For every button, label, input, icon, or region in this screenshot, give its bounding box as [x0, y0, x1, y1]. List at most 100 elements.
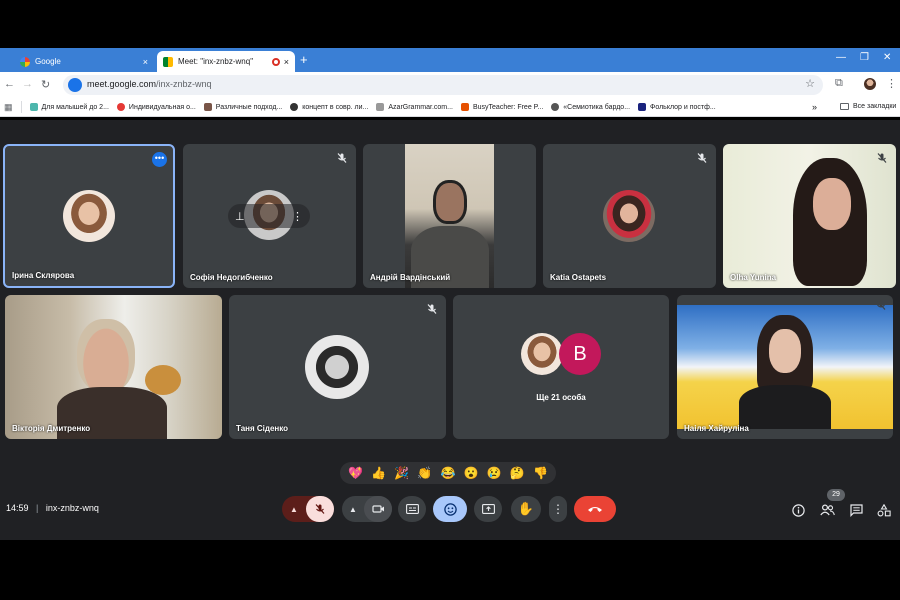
participant-tile[interactable]: Вікторія Дмитренко [5, 295, 222, 439]
reaction-thumbs-up[interactable]: 👍 [371, 466, 386, 480]
bookmark-icon [638, 103, 647, 111]
participant-video [5, 295, 222, 439]
more-options-button[interactable]: ⋮ [549, 496, 567, 522]
participant-tile[interactable]: ⊥ ⋮ Софія Недогибченко [183, 144, 356, 288]
meeting-details-button[interactable] [788, 500, 808, 520]
captions-button[interactable] [398, 496, 426, 522]
close-tab-icon[interactable]: × [284, 57, 289, 67]
reaction-party[interactable]: 🎉 [394, 466, 409, 480]
body-figure [739, 385, 831, 429]
minimize-icon[interactable]: — [836, 52, 846, 63]
bookmark-item[interactable]: BusyTeacher: Free P... [460, 103, 543, 111]
apps-icon[interactable]: ▦ [4, 102, 13, 113]
plant-figure [145, 365, 181, 395]
hand-icon: ✋ [517, 501, 535, 516]
url-host: meet.google.com [87, 79, 157, 89]
meet-icon [163, 56, 173, 67]
close-window-icon[interactable]: ✕ [883, 52, 891, 63]
tab-meet[interactable]: Meet: "inx-znbz-wnq" × [157, 51, 295, 72]
people-button[interactable] [817, 500, 837, 520]
separator: | [36, 503, 39, 513]
face-figure [813, 178, 851, 230]
maximize-icon[interactable]: ❐ [860, 52, 869, 63]
menu-icon[interactable]: ⋮ [886, 77, 897, 90]
mic-off-button[interactable] [306, 496, 334, 522]
bookmark-icon [551, 103, 560, 111]
overflow-avatar: B [559, 333, 601, 375]
participant-tile[interactable]: Наіля Хайруліна [677, 295, 893, 439]
bookmark-icon [290, 103, 299, 111]
bookmark-label: Индивидуальная о... [128, 103, 196, 111]
tab-label: Meet: "inx-znbz-wnq" [178, 57, 254, 66]
leave-call-button[interactable] [574, 496, 616, 522]
bookmark-item[interactable]: Различные подход... [203, 103, 282, 111]
reaction-sad[interactable]: 😢 [487, 466, 502, 480]
participant-name: Katia Ostapets [550, 273, 607, 282]
profile-avatar[interactable] [864, 78, 876, 90]
raise-hand-button[interactable]: ✋ [511, 496, 541, 522]
bookmark-item[interactable]: Для малышей до 2... [29, 103, 109, 111]
participant-tile[interactable]: Olha Yunina [723, 144, 896, 288]
reaction-thinking[interactable]: 🤔 [510, 466, 525, 480]
browser-window: Google × Meet: "inx-znbz-wnq" × + — ❐ ✕ … [0, 48, 900, 120]
bookmark-icon [29, 103, 38, 111]
mic-off-icon [697, 153, 707, 163]
participant-avatar [521, 333, 563, 375]
participant-tile[interactable]: Андрій Вардінський [363, 144, 536, 288]
extensions-icon[interactable]: ⧉ [835, 77, 843, 90]
activities-button[interactable] [874, 500, 894, 520]
mic-off-icon [876, 300, 886, 310]
back-icon[interactable]: ← [4, 78, 15, 90]
meeting-code: inx-znbz-wnq [45, 503, 99, 513]
tab-label: Google [35, 57, 61, 66]
reaction-thumbs-down[interactable]: 👎 [533, 466, 548, 480]
bookmark-star-icon[interactable]: ☆ [805, 77, 815, 90]
face-figure [769, 329, 801, 373]
all-bookmarks-button[interactable]: Все закладки [840, 103, 896, 110]
tab-google[interactable]: Google × [14, 51, 154, 72]
forward-icon[interactable]: → [22, 78, 33, 90]
participant-tile[interactable]: ••• Ірина Склярова [3, 144, 175, 288]
reaction-heart[interactable]: 💖 [348, 466, 363, 480]
reload-icon[interactable]: ↻ [41, 78, 50, 91]
camera-button[interactable] [364, 496, 392, 522]
bookmark-item[interactable]: «Семиотика бардо... [551, 103, 630, 111]
meeting-time: 14:59 [6, 503, 29, 513]
emoji-button[interactable] [433, 496, 467, 522]
chat-button[interactable] [846, 500, 866, 520]
participant-name: Вікторія Дмитренко [12, 424, 91, 433]
bookmark-icon [460, 103, 469, 111]
more-bookmarks-button[interactable]: » [812, 102, 817, 112]
bookmark-icon [376, 103, 385, 111]
address-bar[interactable]: meet.google.com/inx-znbz-wnq ☆ [63, 75, 823, 95]
new-tab-button[interactable]: + [300, 52, 308, 67]
present-screen-button[interactable] [474, 496, 502, 522]
activities-icon [877, 503, 891, 516]
reaction-surprised[interactable]: 😮 [464, 466, 479, 480]
reaction-laugh[interactable]: 😂 [441, 466, 456, 480]
bookmark-item[interactable]: концепт в совр. ли... [290, 103, 368, 111]
close-tab-icon[interactable]: × [143, 57, 148, 67]
bookmark-item[interactable]: Фольклор и постф... [638, 103, 716, 111]
participant-tile[interactable]: Таня Сіденко [229, 295, 446, 439]
reactions-bar: 💖 👍 🎉 👏 😂 😮 😢 🤔 👎 [340, 462, 556, 484]
bookmark-label: «Семиотика бардо... [563, 103, 631, 111]
overflow-label: Ще 21 особа [536, 393, 586, 402]
participant-tile[interactable]: Katia Ostapets [543, 144, 716, 288]
chevron-up-icon[interactable]: ▲ [282, 505, 306, 514]
reaction-clap[interactable]: 👏 [417, 466, 432, 480]
site-info-icon[interactable] [68, 78, 82, 92]
participant-name: Ірина Склярова [12, 271, 75, 280]
bookmark-item[interactable]: AzarGrammar.com... [376, 103, 453, 111]
pin-icon[interactable]: ⊥ [235, 210, 245, 223]
people-icon [819, 504, 835, 516]
more-vert-icon[interactable]: ⋮ [292, 210, 303, 223]
chevron-up-icon[interactable]: ▲ [342, 505, 364, 514]
overflow-tile[interactable]: B Ще 21 особа [453, 295, 669, 439]
bookmark-item[interactable]: Индивидуальная о... [116, 103, 196, 111]
all-bookmarks-label: Все закладки [853, 103, 897, 110]
recording-icon [271, 57, 280, 66]
participant-video [677, 305, 893, 429]
more-options-button[interactable]: ••• [152, 152, 167, 167]
people-count-badge: 29 [827, 489, 845, 501]
